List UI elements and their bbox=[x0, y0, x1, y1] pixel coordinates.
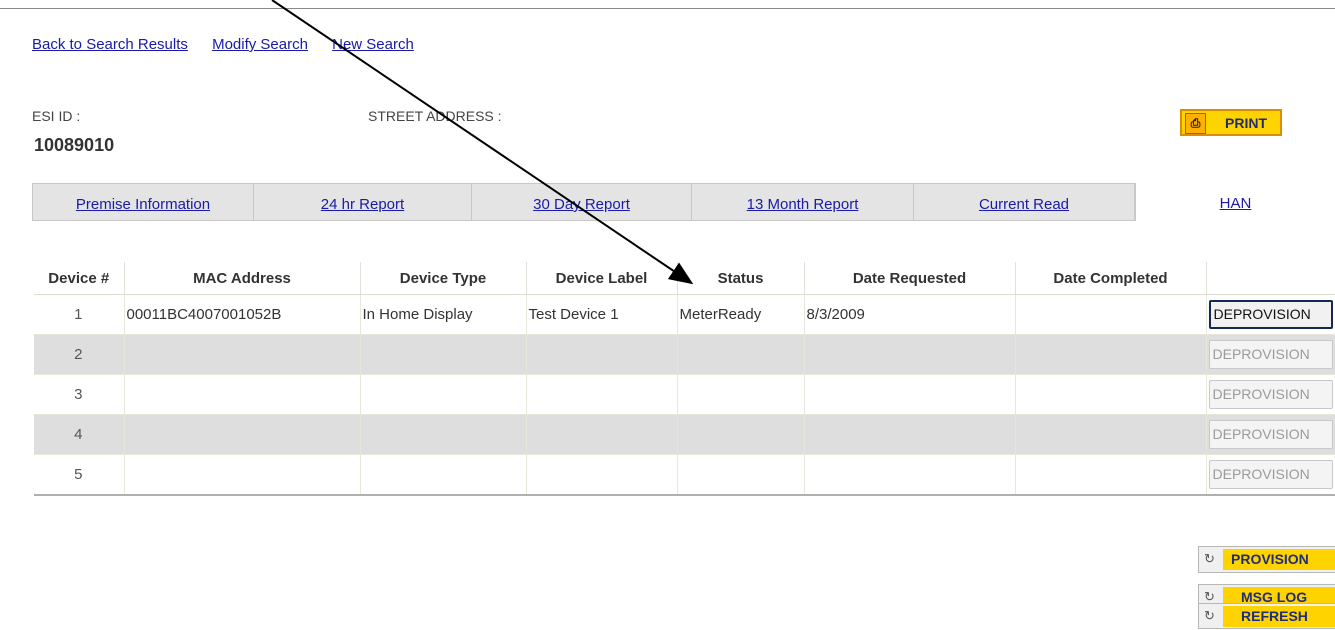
device-status bbox=[677, 374, 805, 415]
device-number: 5 bbox=[34, 454, 125, 496]
device-status bbox=[677, 454, 805, 496]
refresh-button-label: REFRESH bbox=[1223, 606, 1335, 627]
date-completed bbox=[1015, 454, 1207, 496]
table-header-row: Device # MAC Address Device Type Device … bbox=[34, 262, 1335, 295]
tab-label[interactable]: 24 hr Report bbox=[321, 196, 404, 213]
tab-24-hr-report[interactable]: 24 hr Report bbox=[253, 183, 471, 221]
table-row: 1 00011BC4007001052B In Home Display Tes… bbox=[34, 294, 1335, 335]
refresh-arrow-icon: ↻ bbox=[1204, 551, 1215, 566]
tab-label[interactable]: 13 Month Report bbox=[747, 196, 859, 213]
date-requested bbox=[804, 414, 1016, 455]
device-type bbox=[360, 374, 527, 415]
date-requested bbox=[804, 334, 1016, 375]
new-search-link[interactable]: New Search bbox=[332, 36, 414, 53]
tab-label[interactable]: HAN bbox=[1220, 195, 1252, 212]
device-status bbox=[677, 414, 805, 455]
print-button-label: PRINT bbox=[1225, 115, 1267, 131]
mac-address bbox=[124, 414, 361, 455]
table-row: 4 DEPROVISION bbox=[34, 414, 1335, 455]
provision-button-label: PROVISION bbox=[1223, 549, 1335, 570]
device-status: MeterReady bbox=[677, 294, 805, 335]
back-to-search-results-link[interactable]: Back to Search Results bbox=[32, 36, 188, 53]
deprovision-button[interactable]: DEPROVISION bbox=[1208, 459, 1333, 489]
date-completed bbox=[1015, 334, 1207, 375]
action-cell: DEPROVISION bbox=[1206, 454, 1335, 496]
device-label bbox=[526, 454, 678, 496]
date-requested: 8/3/2009 bbox=[804, 294, 1016, 335]
mac-address bbox=[124, 374, 361, 415]
column-header: Device Type bbox=[360, 262, 527, 295]
tab-label[interactable]: Current Read bbox=[979, 196, 1069, 213]
tab-label[interactable]: 30 Day Report bbox=[533, 196, 630, 213]
column-header: Device # bbox=[34, 262, 125, 295]
print-button[interactable]: ⎙ PRINT bbox=[1180, 109, 1282, 136]
tab-current-read[interactable]: Current Read bbox=[913, 183, 1135, 221]
column-header: Status bbox=[677, 262, 805, 295]
deprovision-button[interactable]: DEPROVISION bbox=[1208, 340, 1333, 369]
tab-premise-information[interactable]: Premise Information bbox=[32, 183, 253, 221]
device-number: 1 bbox=[34, 294, 125, 335]
table-row: 2 DEPROVISION bbox=[34, 334, 1335, 375]
device-type bbox=[360, 414, 527, 455]
column-header: Device Label bbox=[526, 262, 678, 295]
device-type bbox=[360, 454, 527, 496]
action-cell: DEPROVISION bbox=[1206, 414, 1335, 455]
esi-id-value: 10089010 bbox=[34, 135, 115, 155]
refresh-arrow-icon: ↻ bbox=[1204, 608, 1215, 623]
date-requested bbox=[804, 454, 1016, 496]
report-tabs: Premise Information 24 hr Report 30 Day … bbox=[32, 183, 1335, 221]
column-header: MAC Address bbox=[124, 262, 361, 295]
device-label: Test Device 1 bbox=[526, 294, 678, 335]
deprovision-button[interactable]: DEPROVISION bbox=[1208, 380, 1333, 409]
date-completed bbox=[1015, 414, 1207, 455]
date-completed bbox=[1015, 374, 1207, 415]
esi-id-label: ESI ID : bbox=[32, 108, 81, 124]
tab-13-month-report[interactable]: 13 Month Report bbox=[691, 183, 913, 221]
action-cell: DEPROVISION bbox=[1206, 374, 1335, 415]
date-completed bbox=[1015, 294, 1207, 335]
top-divider bbox=[0, 8, 1335, 9]
tab-label[interactable]: Premise Information bbox=[76, 196, 210, 213]
mac-address bbox=[124, 334, 361, 375]
mac-address bbox=[124, 454, 361, 496]
tab-30-day-report[interactable]: 30 Day Report bbox=[471, 183, 691, 221]
deprovision-button[interactable]: DEPROVISION bbox=[1208, 300, 1333, 329]
mac-address: 00011BC4007001052B bbox=[124, 294, 361, 335]
device-label bbox=[526, 414, 678, 455]
modify-search-link[interactable]: Modify Search bbox=[212, 36, 308, 53]
deprovision-button[interactable]: DEPROVISION bbox=[1208, 420, 1333, 449]
printer-icon: ⎙ bbox=[1185, 113, 1206, 134]
action-cell: DEPROVISION bbox=[1206, 334, 1335, 375]
device-type bbox=[360, 334, 527, 375]
tab-han[interactable]: HAN bbox=[1135, 183, 1335, 221]
action-cell: DEPROVISION bbox=[1206, 294, 1335, 335]
refresh-button[interactable]: ↻ REFRESH bbox=[1198, 603, 1335, 629]
table-row: 5 DEPROVISION bbox=[34, 454, 1335, 496]
device-label bbox=[526, 374, 678, 415]
device-number: 4 bbox=[34, 414, 125, 455]
street-address-label: STREET ADDRESS : bbox=[368, 108, 502, 124]
column-header bbox=[1206, 262, 1335, 295]
device-status bbox=[677, 334, 805, 375]
device-number: 3 bbox=[34, 374, 125, 415]
column-header: Date Completed bbox=[1015, 262, 1207, 295]
provision-button[interactable]: ↻ PROVISION bbox=[1198, 546, 1335, 573]
han-devices-table: Device # MAC Address Device Type Device … bbox=[34, 262, 1335, 496]
device-number: 2 bbox=[34, 334, 125, 375]
column-header: Date Requested bbox=[804, 262, 1016, 295]
search-nav: Back to Search Results Modify Search New… bbox=[32, 36, 434, 53]
device-label bbox=[526, 334, 678, 375]
table-row: 3 DEPROVISION bbox=[34, 374, 1335, 415]
device-type: In Home Display bbox=[360, 294, 527, 335]
date-requested bbox=[804, 374, 1016, 415]
